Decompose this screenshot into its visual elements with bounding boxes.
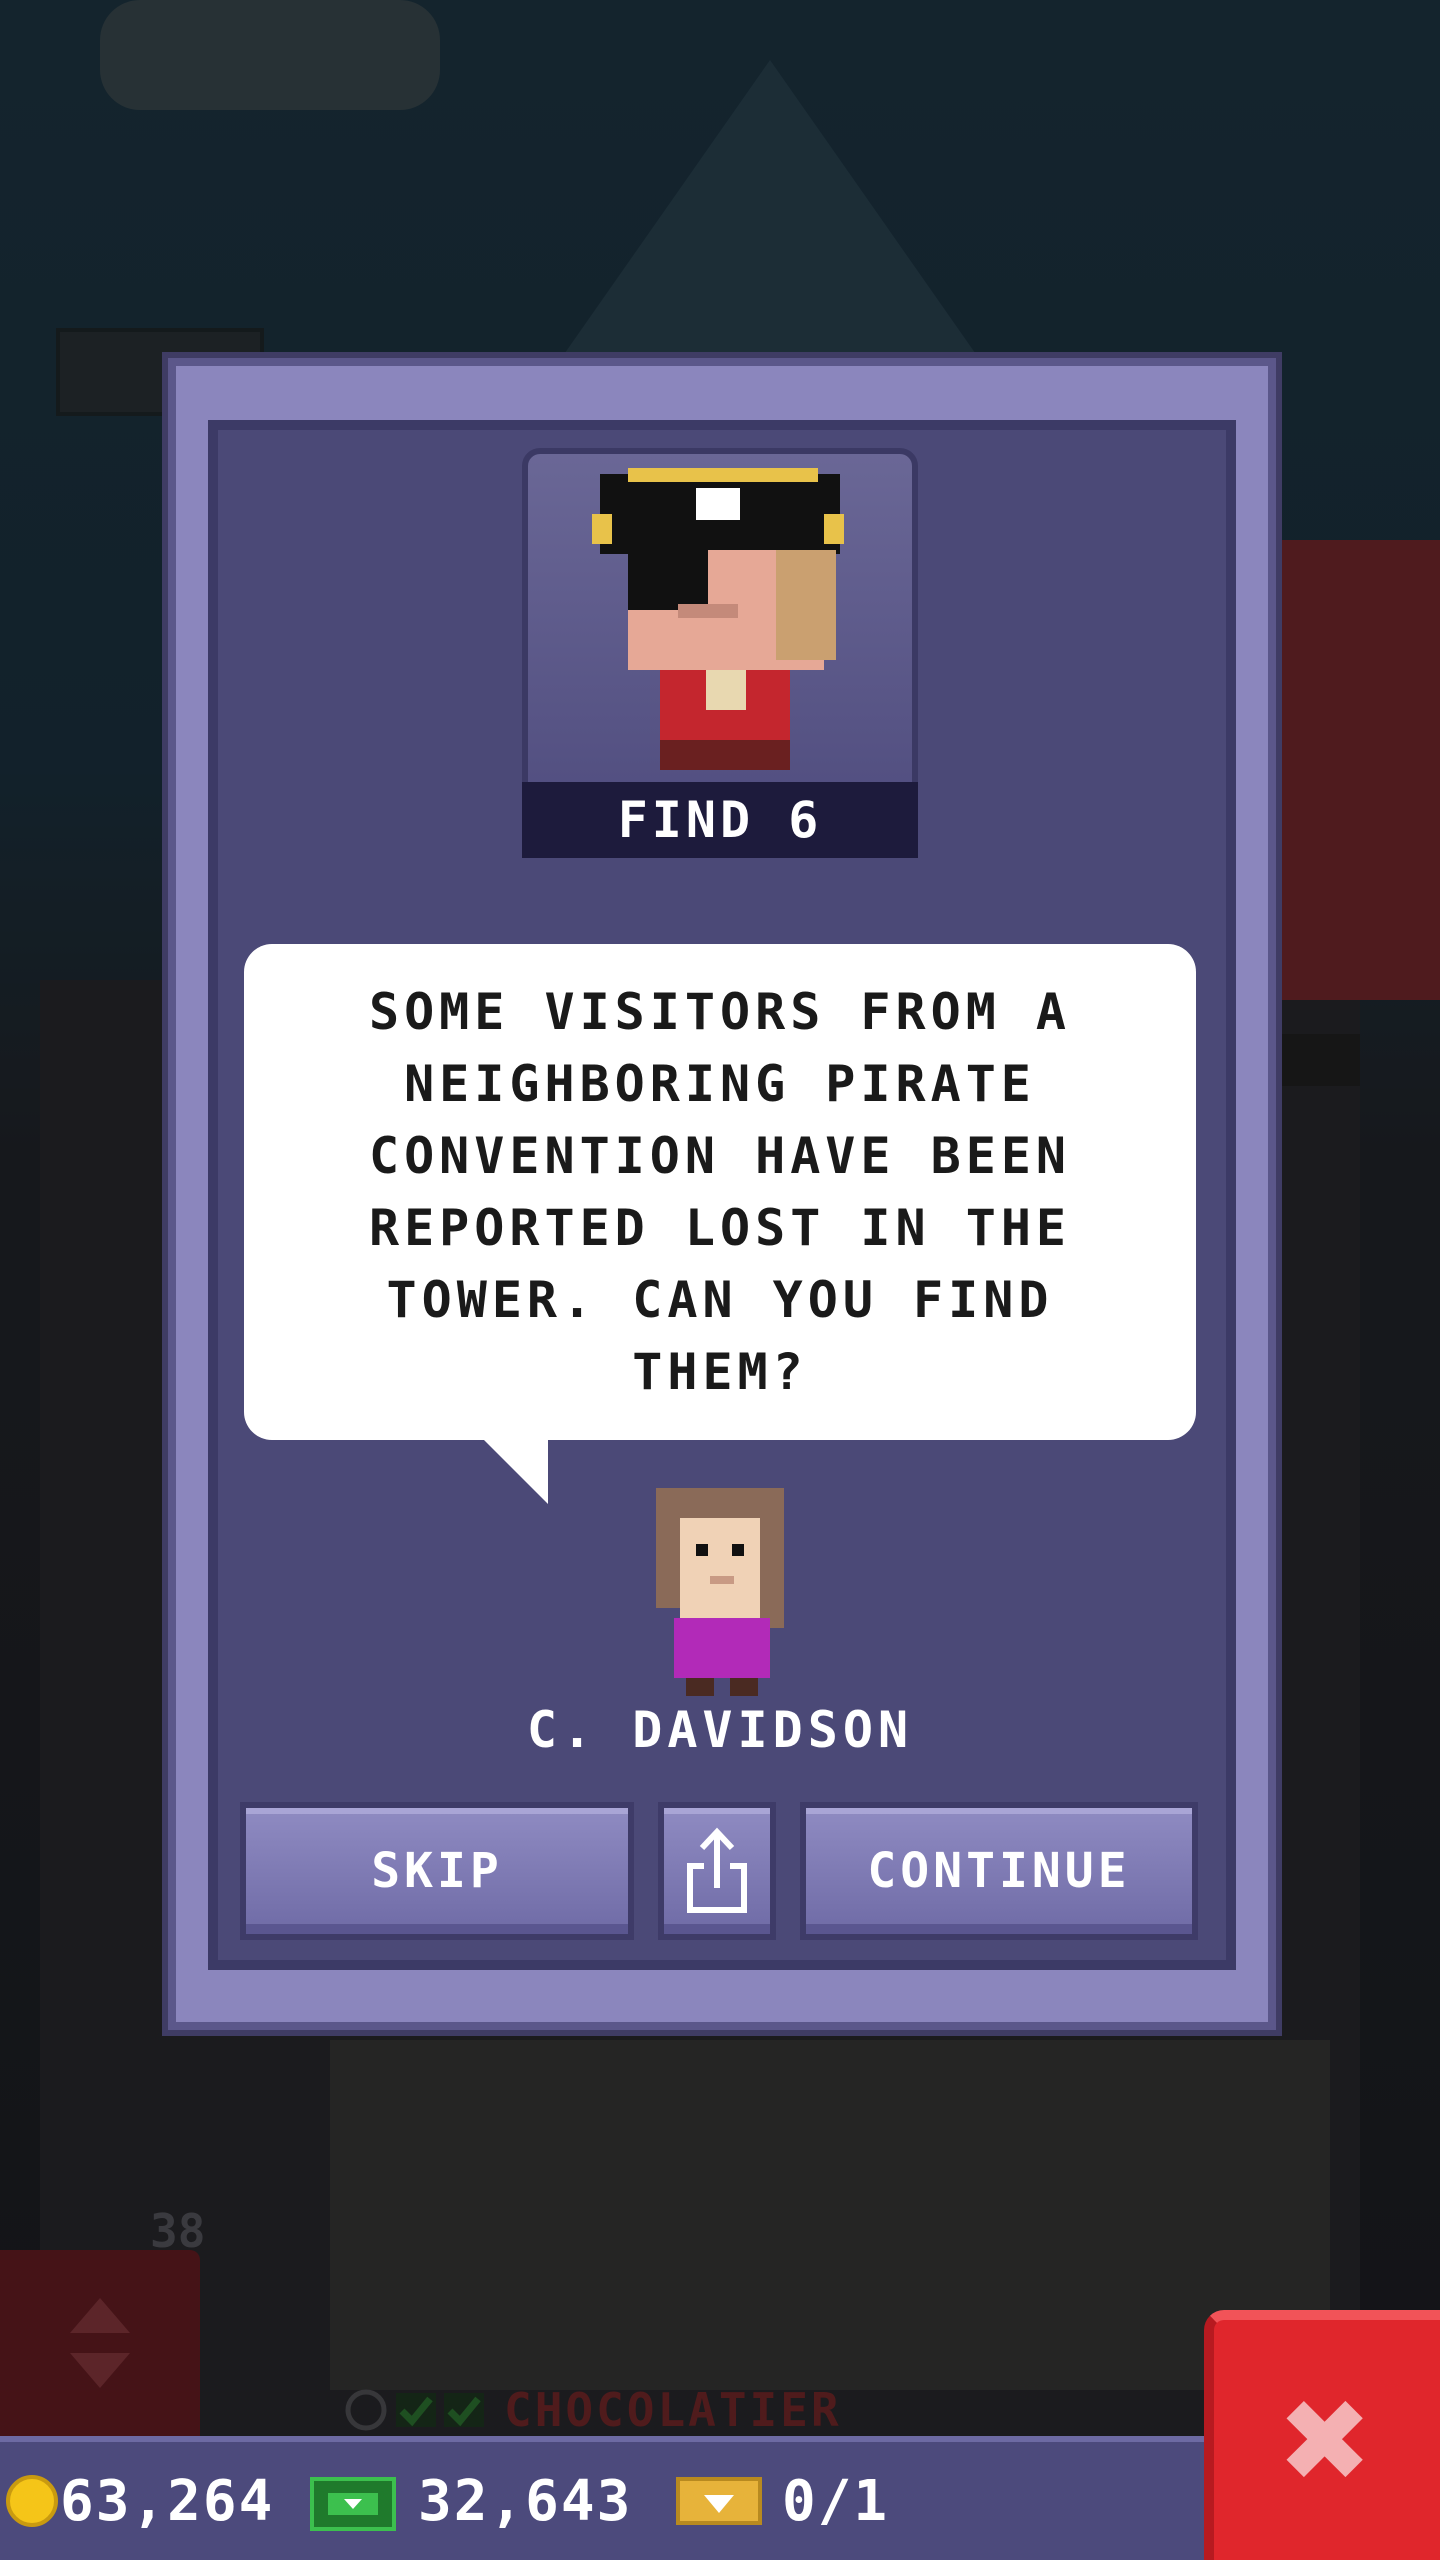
vip-ticket-icon [676, 2477, 762, 2525]
share-button[interactable] [658, 1802, 776, 1940]
pirate-character-icon [592, 468, 844, 770]
speaker-avatar [640, 1488, 800, 1698]
share-icon [687, 1827, 747, 1913]
close-button[interactable]: ✖ [1204, 2310, 1440, 2560]
skip-button[interactable]: SKIP [240, 1802, 634, 1940]
vip-value: 0/1 [782, 2468, 890, 2534]
close-icon: ✖ [1281, 2353, 1373, 2527]
coin-icon [6, 2475, 58, 2527]
game-scene: 38 CHOCOLATIER FIND 6 SOME VISITORS FROM… [0, 0, 1440, 2560]
objective-label: FIND 6 [522, 782, 918, 858]
continue-button[interactable]: CONTINUE [800, 1802, 1198, 1940]
coins-counter: 63,264 [4, 2442, 274, 2560]
coins-value: 63,264 [60, 2468, 275, 2534]
bux-counter: 32,643 [308, 2442, 632, 2560]
speech-bubble-tail [482, 1438, 548, 1504]
bux-value: 32,643 [418, 2468, 633, 2534]
vip-counter: 0/1 [674, 2442, 889, 2560]
bux-icon [310, 2477, 396, 2531]
speaker-name: C. DAVIDSON [526, 1701, 914, 1759]
speaker-character-icon [656, 1488, 784, 1696]
mission-message: SOME VISITORS FROM A NEIGHBORING PIRATE … [368, 983, 1072, 1401]
speech-bubble: SOME VISITORS FROM A NEIGHBORING PIRATE … [244, 944, 1196, 1440]
